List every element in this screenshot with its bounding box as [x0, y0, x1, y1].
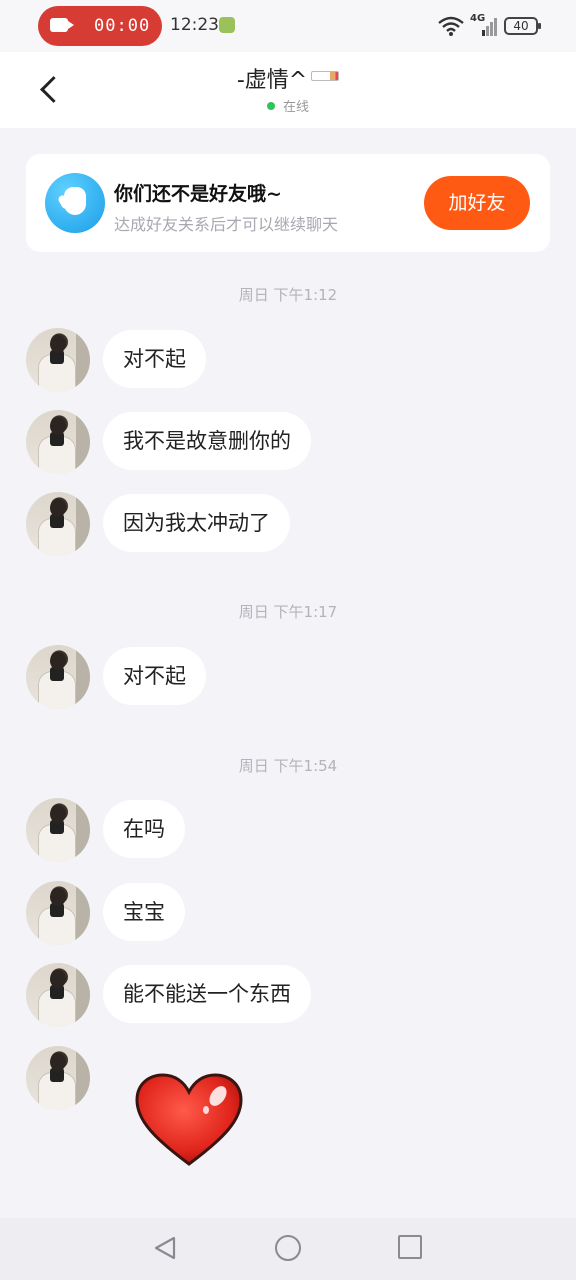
- message-bubble[interactable]: 对不起: [103, 330, 206, 388]
- avatar[interactable]: [26, 645, 90, 709]
- battery-level: 40: [513, 19, 529, 33]
- contact-info: -虚情^ 在线: [0, 62, 576, 115]
- chat-header: -虚情^ 在线: [0, 52, 576, 128]
- screen-record-indicator[interactable]: 00:00: [38, 6, 162, 46]
- cellular-signal-icon: 4G: [470, 13, 498, 36]
- not-friends-title: 你们还不是好友哦~: [114, 183, 282, 205]
- message-bubble[interactable]: 宝宝: [103, 883, 185, 941]
- contact-name-row: -虚情^: [236, 62, 340, 94]
- status-icons: 4G 40: [438, 13, 541, 38]
- message-bubble[interactable]: 对不起: [103, 647, 206, 705]
- circle-home-icon[interactable]: [275, 1235, 301, 1261]
- app-notification-icon: [219, 17, 235, 33]
- avatar[interactable]: [26, 492, 90, 556]
- message-bubble[interactable]: 在吗: [103, 800, 185, 858]
- timestamp: 周日 下午1:17: [238, 603, 338, 621]
- message-bubble[interactable]: 我不是故意删你的: [103, 412, 311, 470]
- online-dot-icon: [266, 101, 275, 110]
- square-recents-icon[interactable]: [398, 1235, 422, 1259]
- online-status: 在线: [0, 96, 576, 115]
- message-bubble[interactable]: 因为我太冲动了: [103, 494, 290, 552]
- avatar[interactable]: [26, 963, 90, 1027]
- wifi-icon: [438, 16, 464, 36]
- avatar[interactable]: [26, 881, 90, 945]
- hand-wave-icon: [45, 173, 105, 233]
- avatar[interactable]: [26, 328, 90, 392]
- status-bar: 00:00 12:23 4G 40: [0, 0, 576, 52]
- battery-icon: 40: [504, 17, 541, 35]
- add-friend-button[interactable]: 加好友: [424, 176, 530, 230]
- system-nav-bar: [0, 1218, 576, 1280]
- triangle-back-icon[interactable]: [152, 1235, 178, 1261]
- network-type: 4G: [470, 13, 486, 24]
- video-camera-icon: [50, 18, 74, 32]
- message-bubble[interactable]: 能不能送一个东西: [103, 965, 311, 1023]
- recording-time: 00:00: [94, 16, 151, 36]
- avatar[interactable]: [26, 410, 90, 474]
- online-status-label: 在线: [282, 100, 309, 115]
- not-friends-subtitle: 达成好友关系后才可以继续聊天: [114, 215, 339, 234]
- cigarette-emoji-icon: [311, 71, 340, 81]
- avatar[interactable]: [26, 798, 90, 862]
- avatar[interactable]: [26, 1046, 90, 1110]
- contact-name: -虚情^: [236, 68, 308, 93]
- timestamp: 周日 下午1:54: [238, 757, 338, 775]
- timestamp: 周日 下午1:12: [238, 286, 338, 304]
- status-clock: 12:23: [170, 15, 219, 35]
- not-friends-card: 你们还不是好友哦~ 达成好友关系后才可以继续聊天 加好友: [26, 154, 550, 252]
- heart-sticker[interactable]: [134, 1072, 244, 1168]
